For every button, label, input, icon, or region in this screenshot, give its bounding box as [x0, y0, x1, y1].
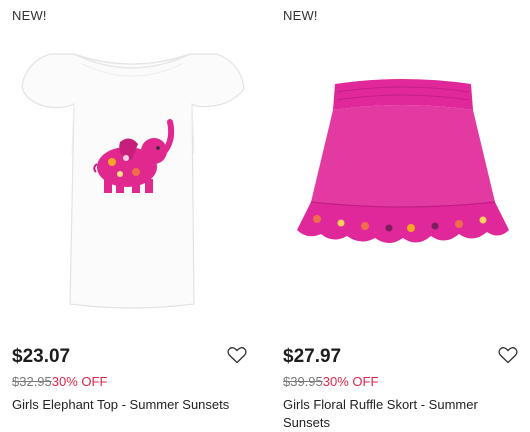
sale-price: $27.97 — [283, 346, 342, 367]
discount-label: 30% OFF — [51, 374, 108, 389]
product-image-ruffle-skort[interactable] — [283, 34, 523, 324]
product-title[interactable]: Girls Floral Ruffle Skort - Summer Sunse… — [283, 396, 513, 432]
price-row: $39.9530% OFF — [283, 374, 378, 389]
product-image-elephant-top[interactable] — [12, 34, 252, 324]
price-row: $32.9530% OFF — [12, 374, 107, 389]
new-badge: NEW! — [283, 8, 318, 23]
heart-icon[interactable] — [227, 346, 247, 364]
heart-icon[interactable] — [498, 346, 518, 364]
product-card-ruffle-skort[interactable]: NEW! $27.97 $39.9530% OFF Girls Floral R… — [283, 0, 530, 432]
product-title[interactable]: Girls Elephant Top - Summer Sunsets — [12, 396, 242, 414]
discount-label: 30% OFF — [322, 374, 379, 389]
product-card-elephant-top[interactable]: NEW! $23.07 $32.9530% OFF Girls Elephant… — [12, 0, 262, 432]
product-grid: NEW! $23.07 $32.9530% OFF Girls Elephant… — [0, 0, 530, 432]
new-badge: NEW! — [12, 8, 47, 23]
sale-price: $23.07 — [12, 346, 71, 367]
original-price: $32.95 — [12, 374, 52, 389]
original-price: $39.95 — [283, 374, 323, 389]
